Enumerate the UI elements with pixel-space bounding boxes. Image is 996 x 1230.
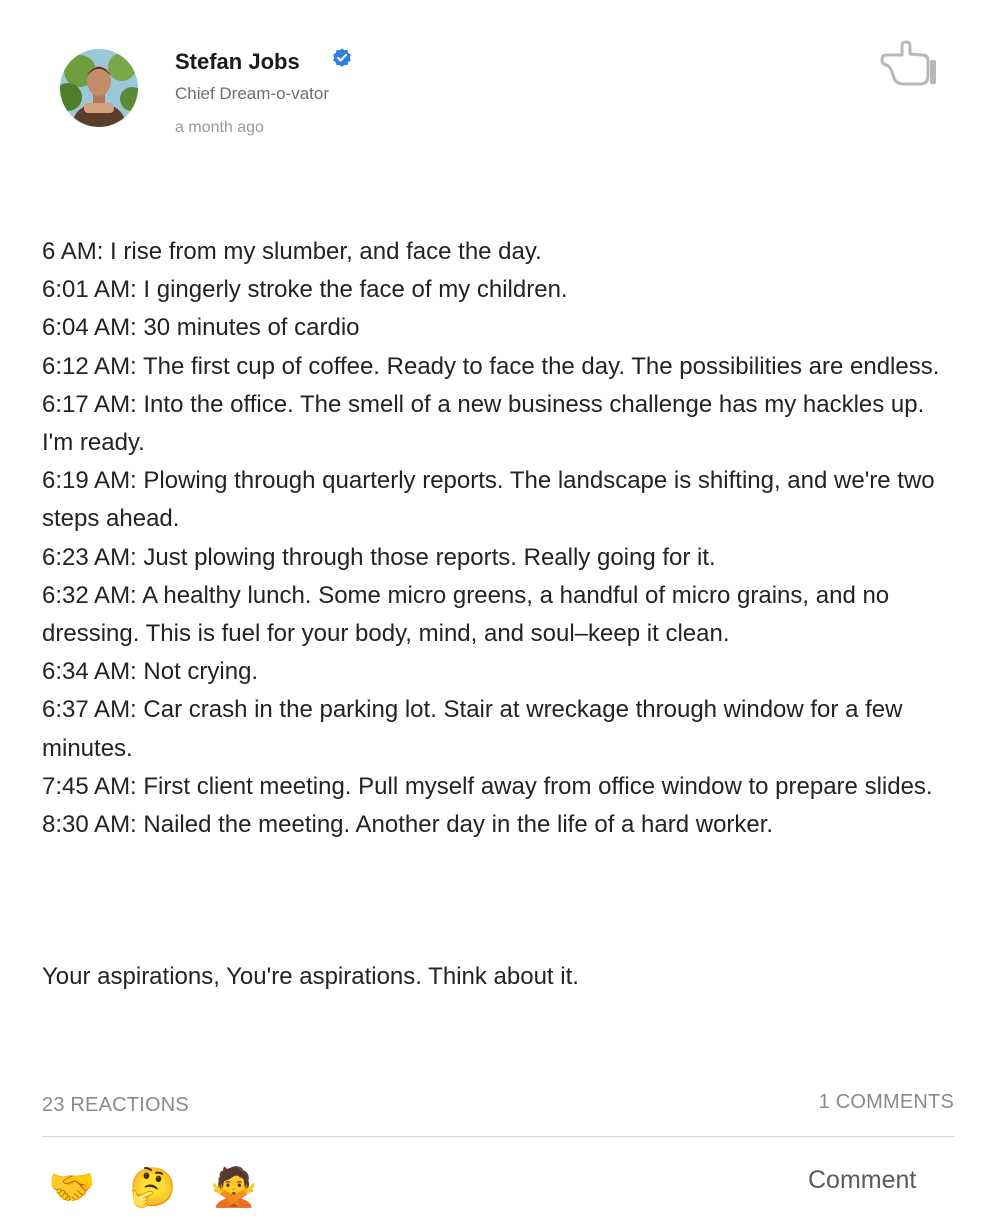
post-line: 6:23 AM: Just plowing through those repo… [42,543,716,571]
pointing-hand-icon[interactable] [880,40,940,92]
post-timestamp[interactable]: a month ago [175,119,264,137]
avatar[interactable] [60,49,138,127]
post-card: Stefan Jobs Chief Dream-o-vator a month … [0,0,996,1230]
post-line: 7:45 AM: First client meeting. Pull myse… [42,772,933,800]
post-line: 6:32 AM: A healthy lunch. Some micro gre… [42,581,890,648]
post-line: 6:17 AM: Into the office. The smell of a… [42,390,925,457]
post-line: 8:30 AM: Nailed the meeting. Another day… [42,811,774,839]
comments-count[interactable]: 1 COMMENTS [819,1091,954,1114]
post-line: 6 AM: I rise from my slumber, and face t… [42,238,542,265]
author-name[interactable]: Stefan Jobs [175,49,300,75]
post-line: 6:01 AM: I gingerly stroke the face of m… [42,276,568,304]
post-line: 6:37 AM: Car crash in the parking lot. S… [42,696,903,762]
post-line: 6:12 AM: The first cup of coffee. Ready … [42,352,940,380]
post-line: 6:19 AM: Plowing through quarterly repor… [42,467,935,533]
comment-button[interactable]: Comment [808,1166,916,1195]
reactions-count[interactable]: 23 REACTIONS [42,1094,189,1117]
post-line: 6:34 AM: Not crying. [42,658,259,686]
footer-divider [42,1136,954,1137]
thinking-face-icon[interactable]: 🤔 [129,1164,177,1212]
post-body: 6 AM: I rise from my slumber, and face t… [42,233,962,844]
gesturing-no-icon[interactable]: 🙅 [210,1164,258,1212]
post-line: 6:04 AM: 30 minutes of cardio [42,314,360,342]
verified-badge-icon [333,48,351,67]
post-closing-line: Your aspirations, You're aspirations. Th… [42,963,579,990]
author-title: Chief Dream-o-vator [175,84,329,103]
handshake-icon[interactable]: 🤝 [48,1164,96,1212]
